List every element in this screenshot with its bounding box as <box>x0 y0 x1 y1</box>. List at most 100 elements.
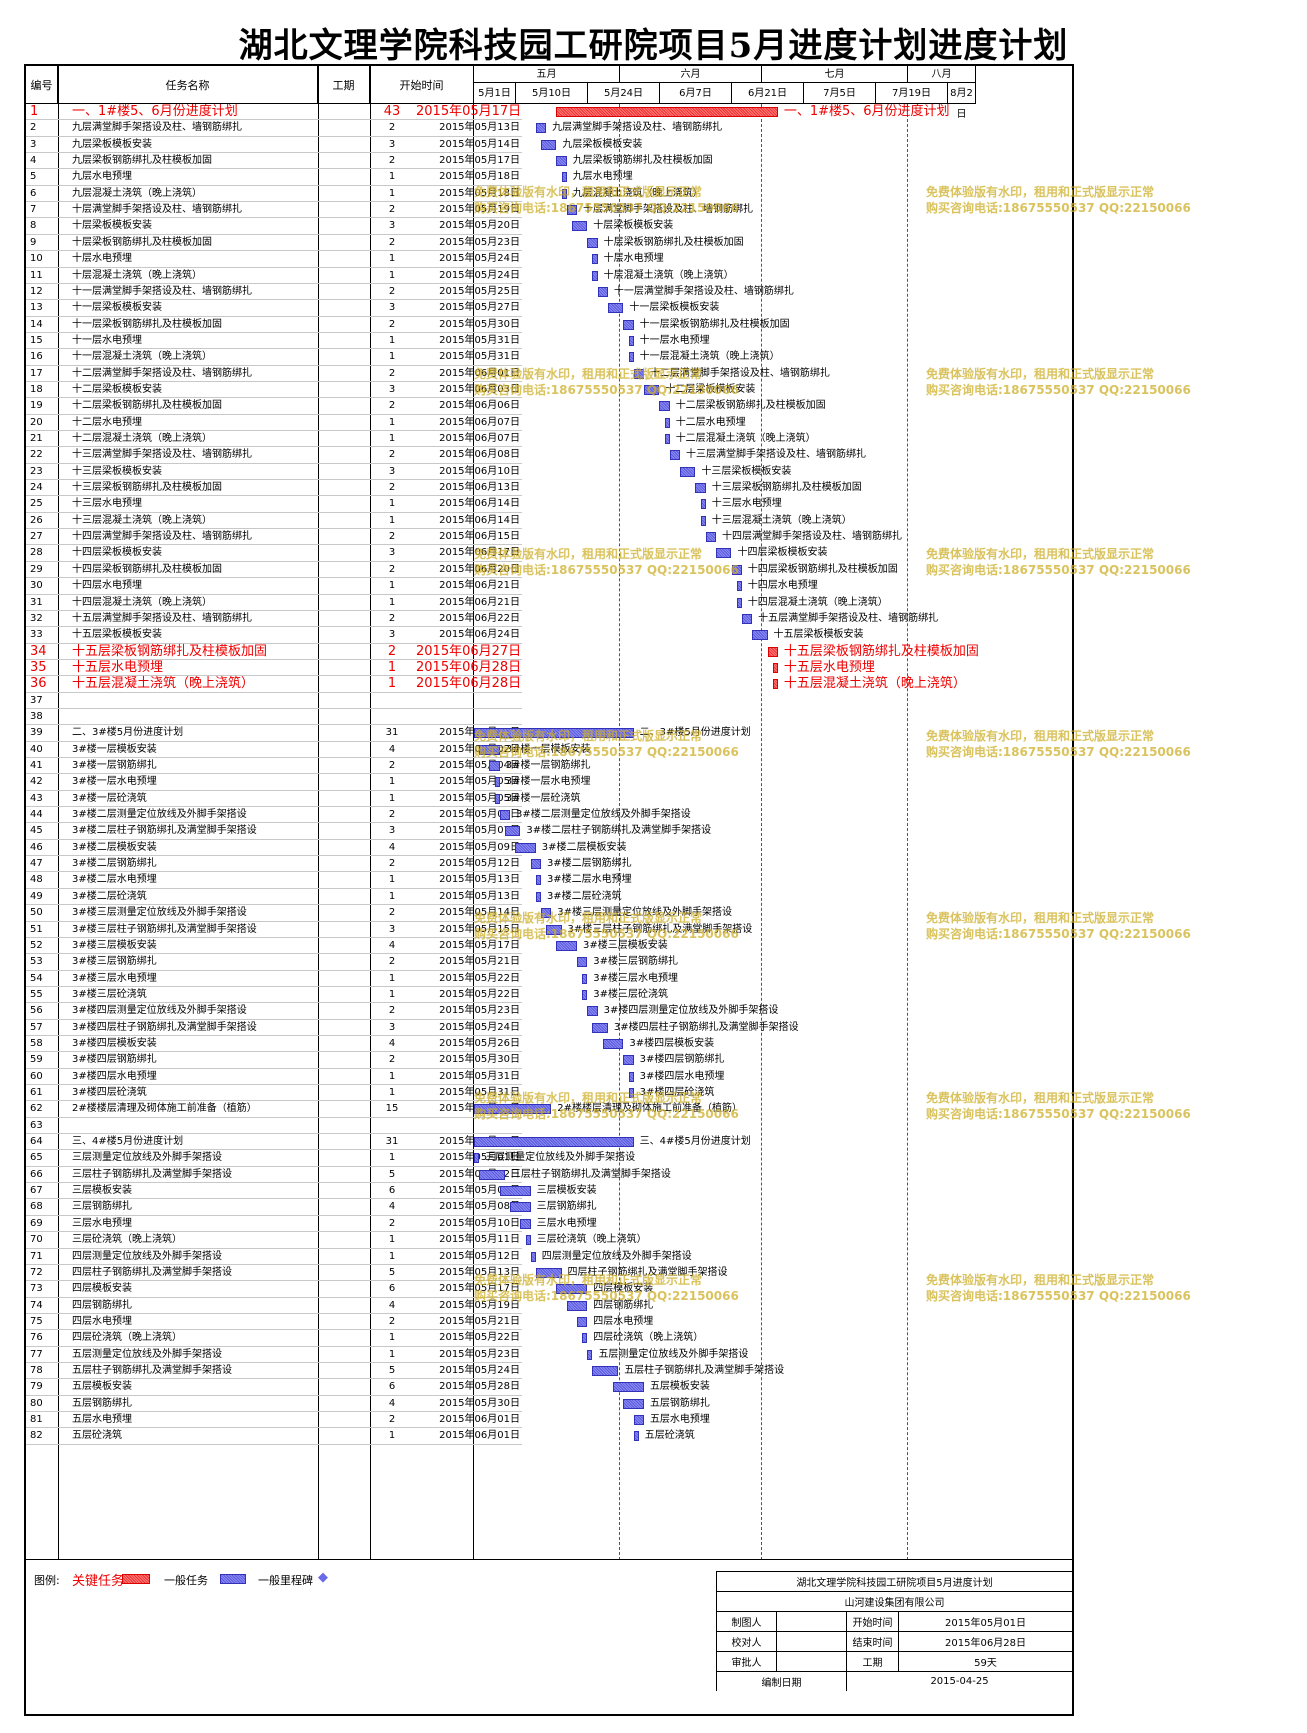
gantt-bar-label: 三层水电预埋 <box>536 1217 597 1229</box>
gantt-bar <box>680 466 696 477</box>
task-start: 2015年05月12日 <box>439 1250 520 1262</box>
gantt-bar <box>613 1382 644 1393</box>
task-name: 十三层梁板模板安装 <box>72 465 162 477</box>
table-row: 31 十四层混凝土浇筑（晚上浇筑） 1 2015年06月21日 <box>26 594 522 612</box>
watermark-line1: 免费体验版有水印，租用和正式版显示正常 <box>474 547 703 561</box>
task-name: 3#楼三层钢筋绑扎 <box>72 956 157 968</box>
gantt-bar <box>571 221 588 232</box>
task-start: 2015年05月08日 <box>439 1201 520 1213</box>
task-id: 61 <box>30 1087 43 1098</box>
task-duration: 2 <box>388 1217 396 1229</box>
task-id: 41 <box>30 760 43 771</box>
gantt-bar <box>535 875 541 886</box>
task-duration: 5 <box>388 1364 396 1376</box>
task-name <box>72 708 372 726</box>
gantt-bar <box>510 1202 531 1213</box>
task-duration: 4 <box>388 1201 396 1213</box>
table-row: 75 四层水电预埋 2 2015年05月21日 <box>26 1313 522 1331</box>
task-duration: 1 <box>388 269 396 281</box>
gantt-bar-label: 3#楼三层砼浇筑 <box>593 988 669 1000</box>
task-duration: 1 <box>388 334 396 346</box>
gantt-bar <box>736 597 742 608</box>
table-row: 72 四层柱子钢筋绑扎及满堂脚手架搭设 5 2015年05月13日 <box>26 1264 522 1282</box>
table-row: 20 十二层水电预埋 1 2015年06月07日 <box>26 414 522 432</box>
task-name: 十二层满堂脚手架搭设及柱、墙钢筋绑扎 <box>72 367 252 379</box>
task-name: 十层梁板模板安装 <box>72 220 152 232</box>
task-name: 四层测量定位放线及外脚手架搭设 <box>72 1250 222 1262</box>
task-name: 九层混凝土浇筑（晚上浇筑） <box>72 187 202 199</box>
task-id: 27 <box>30 531 43 543</box>
task-id: 8 <box>30 220 37 232</box>
table-row: 18 十二层梁板模板安装 3 2015年06月03日 <box>26 381 522 399</box>
task-duration: 1 <box>388 416 396 428</box>
task-start: 2015年06月14日 <box>439 498 520 510</box>
gantt-bar-label: 3#楼二层钢筋绑扎 <box>546 858 632 870</box>
gantt-bar-label: 3#楼四层柱子钢筋绑扎及满堂脚手架搭设 <box>613 1021 799 1033</box>
task-name: 3#楼三层测量定位放线及外脚手架搭设 <box>72 907 247 919</box>
gantt-bar <box>741 613 753 624</box>
gantt-bar-label: 十层水电预埋 <box>603 253 664 265</box>
table-row: 6 九层混凝土浇筑（晚上浇筑） 1 2015年05月18日 <box>26 185 522 203</box>
gantt-bar-label: 五层钢筋绑扎 <box>649 1397 710 1409</box>
task-start: 2015年06月27日 <box>416 643 520 659</box>
task-duration: 2 <box>388 285 396 297</box>
gantt-bar <box>664 434 670 444</box>
gantt-bar-label: 十四层梁板钢筋绑扎及柱模板加固 <box>747 563 898 575</box>
table-row: 55 3#楼三层砼浇筑 1 2015年05月22日 <box>26 986 522 1004</box>
month-aug: 八月 <box>908 66 976 83</box>
table-row: 51 3#楼三层柱子钢筋绑扎及满堂脚手架搭设 3 2015年05月15日 <box>26 921 522 939</box>
task-name: 3#楼四层测量定位放线及外脚手架搭设 <box>72 1005 247 1017</box>
table-row: 57 3#楼四层柱子钢筋绑扎及满堂脚手架搭设 3 2015年05月24日 <box>26 1019 522 1037</box>
task-name: 一、1#楼5、6月份进度计划 <box>72 104 238 119</box>
task-duration: 15 <box>385 1103 399 1115</box>
task-id: 49 <box>30 890 43 902</box>
task-id: 59 <box>30 1054 43 1066</box>
task-duration: 2 <box>388 1315 396 1327</box>
watermark: 免费体验版有水印，租用和正式版显示正常 购买咨询电话:18675550537 QQ… <box>926 1090 1191 1122</box>
watermark: 免费体验版有水印，租用和正式版显示正常 购买咨询电话:18675550537 QQ… <box>926 910 1191 942</box>
gantt-bar-label: 十四层混凝土浇筑（晚上浇筑） <box>747 596 888 608</box>
table-row: 35 十五层水电预埋 1 2015年06月28日 <box>26 659 522 677</box>
task-id: 75 <box>30 1315 43 1327</box>
task-start: 2015年05月24日 <box>439 253 520 265</box>
week-label: 6月7日 <box>660 83 732 104</box>
table-row: 12 十一层满堂脚手架搭设及柱、墙钢筋绑扎 2 2015年05月25日 <box>26 283 522 301</box>
task-id: 9 <box>30 236 37 248</box>
task-id: 74 <box>30 1299 43 1311</box>
gantt-bar <box>628 335 634 346</box>
table-row: 63 <box>26 1117 522 1135</box>
task-duration: 1 <box>388 1070 396 1082</box>
table-row: 39二、3#楼5月份进度计划312015年05月01日 <box>26 724 522 742</box>
title-block: 湖北文理学院科技园工研院项目5月进度计划 山河建设集团有限公司 制图人 开始时间… <box>716 1571 1072 1714</box>
task-duration: 31 <box>385 1136 399 1148</box>
task-duration: 1 <box>388 1332 396 1344</box>
task-duration: 1 <box>388 433 396 444</box>
gantt-bar <box>489 761 500 771</box>
task-name: 3#楼四层钢筋绑扎 <box>72 1054 157 1066</box>
task-name: 三层水电预埋 <box>72 1217 132 1229</box>
task-name: 十二层梁板模板安装 <box>72 383 162 395</box>
table-row: 5 九层水电预埋 1 2015年05月18日 <box>26 168 522 186</box>
task-duration: 6 <box>388 1185 396 1197</box>
task-name: 十三层混凝土浇筑（晚上浇筑） <box>72 514 212 526</box>
table-row: 19 十二层梁板钢筋绑扎及柱模板加固 2 2015年06月06日 <box>26 397 522 415</box>
gantt-bar-label: 十一层满堂脚手架搭设及柱、墙钢筋绑扎 <box>613 285 794 297</box>
task-name: 3#楼二层模板安装 <box>72 841 157 853</box>
table-row: 71 四层测量定位放线及外脚手架搭设 1 2015年05月12日 <box>26 1248 522 1266</box>
task-name <box>72 692 372 710</box>
task-name: 三层测量定位放线及外脚手架搭设 <box>72 1152 222 1164</box>
gantt-bar-label: 五层水电预埋 <box>649 1414 710 1425</box>
gantt-bar <box>582 989 588 1000</box>
table-row: 80 五层钢筋绑扎 4 2015年05月30日 <box>26 1395 522 1413</box>
gantt-bar-label: 3#楼四层钢筋绑扎 <box>639 1054 725 1066</box>
task-duration: 2 <box>388 531 396 543</box>
watermark-line2: 购买咨询电话:18675550537 QQ:22150066 <box>474 1289 739 1303</box>
table-row: 79 五层模板安装 6 2015年05月28日 <box>26 1378 522 1396</box>
task-duration: 3 <box>388 923 396 935</box>
gantt-bar <box>540 139 557 150</box>
task-name: 3#楼二层砼浇筑 <box>72 890 147 902</box>
task-start: 2015年05月30日 <box>439 1397 520 1409</box>
task-duration: 3 <box>388 465 396 477</box>
gantt-bar-label: 十层混凝土浇筑（晚上浇筑） <box>603 269 734 281</box>
gantt-bar-label: 十三层梁板钢筋绑扎及柱模板加固 <box>711 482 862 494</box>
